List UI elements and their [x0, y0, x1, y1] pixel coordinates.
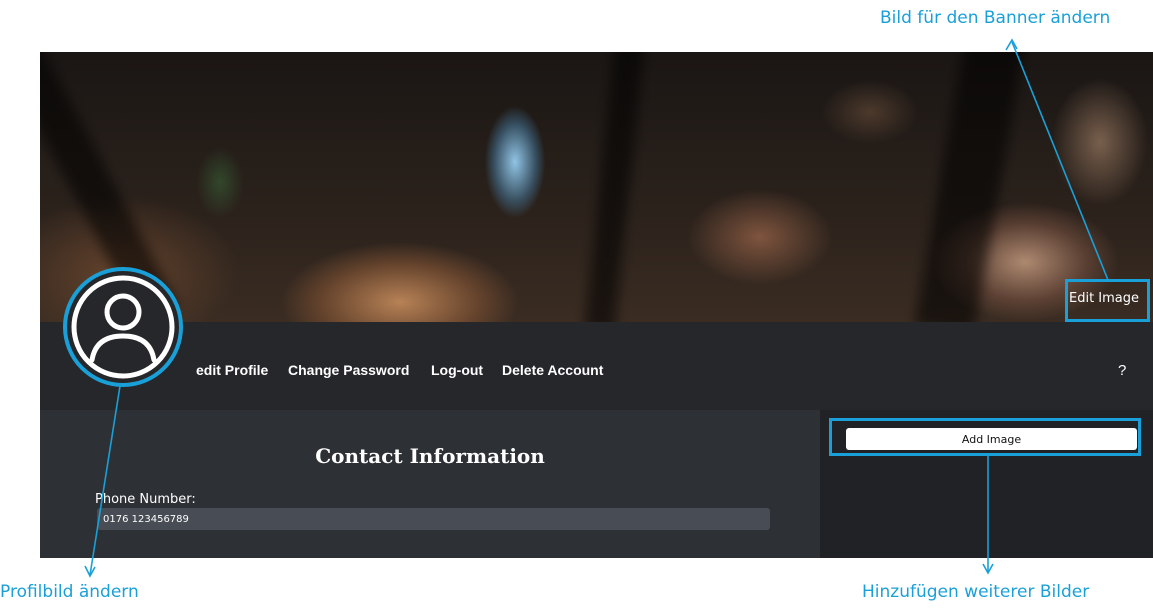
- profile-avatar[interactable]: [66, 270, 180, 384]
- contact-information-panel: Contact Information Phone Number:: [40, 410, 820, 558]
- nav-change-password[interactable]: Change Password: [288, 362, 409, 378]
- edit-banner-image-button[interactable]: Edit Image: [1069, 288, 1149, 310]
- nav-log-out[interactable]: Log-out: [431, 362, 483, 378]
- phone-number-field[interactable]: [97, 508, 770, 530]
- contact-title: Contact Information: [315, 444, 545, 468]
- banner-shadow: [584, 52, 646, 322]
- phone-number-label: Phone Number:: [95, 492, 196, 507]
- annotation-gallery: Hinzufügen weiterer Bilder: [862, 582, 1090, 602]
- annotation-profile: Profilbild ändern: [0, 582, 139, 602]
- banner-shadow: [914, 52, 1026, 322]
- user-avatar-icon: [71, 275, 175, 379]
- gallery-panel: Add Image: [820, 410, 1153, 558]
- nav-delete-account[interactable]: Delete Account: [502, 362, 603, 378]
- profile-page: Edit Image edit Profile Change Password …: [40, 52, 1153, 558]
- profile-nav: edit Profile Change Password Log-out Del…: [40, 322, 1153, 410]
- banner-image: Edit Image: [40, 52, 1153, 322]
- annotation-banner: Bild für den Banner ändern: [880, 8, 1111, 28]
- nav-edit-profile[interactable]: edit Profile: [196, 362, 268, 378]
- add-image-button[interactable]: Add Image: [846, 428, 1137, 450]
- help-button[interactable]: ?: [1118, 362, 1126, 379]
